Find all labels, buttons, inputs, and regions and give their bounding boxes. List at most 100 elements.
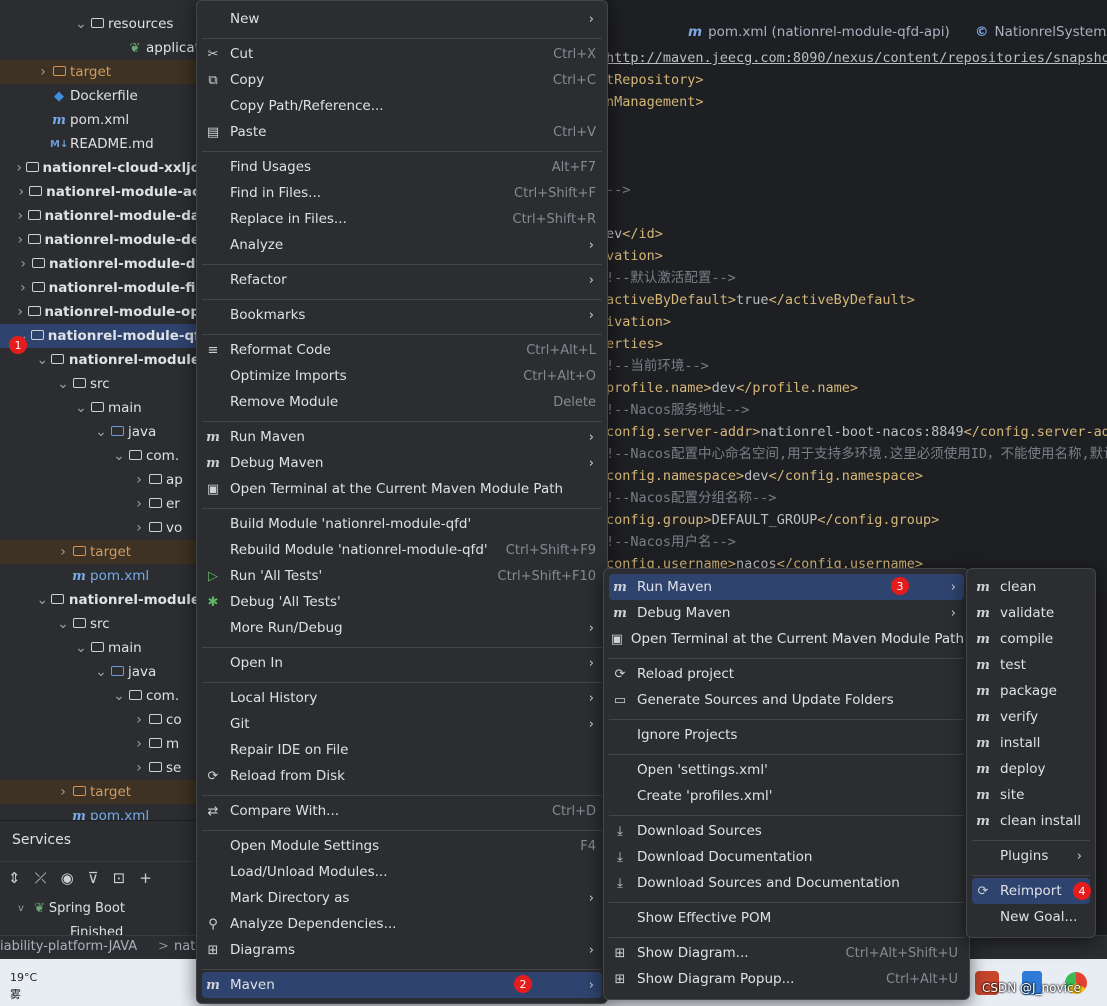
menu-item[interactable]: m compile xyxy=(972,626,1090,652)
menu-item[interactable]: ▣ Open Terminal at the Current Maven Modu… xyxy=(202,476,602,502)
chevron-right-icon[interactable]: › xyxy=(14,232,26,248)
tree-row[interactable]: ⌄ java xyxy=(0,660,200,684)
menu-item[interactable]: ⇄ Compare With... Ctrl+D xyxy=(202,798,602,824)
menu-item[interactable]: Rebuild Module 'nationrel-module-qfd' Ctr… xyxy=(202,537,602,563)
menu-item[interactable]: Find in Files... Ctrl+Shift+F xyxy=(202,180,602,206)
menu-item[interactable]: ⊞ Show Diagram... Ctrl+Alt+Shift+U xyxy=(609,940,964,966)
services-spring-boot[interactable]: v ❦ Spring Boot xyxy=(14,901,125,916)
menu-item[interactable]: ▷ Run 'All Tests' Ctrl+Shift+F10 xyxy=(202,563,602,589)
tree-row[interactable]: › nationrel-module-da xyxy=(0,204,200,228)
services-toolbar[interactable]: ⇕⤫◉⊽⊡+ xyxy=(8,869,166,887)
chevron-down-icon[interactable]: ⌄ xyxy=(74,640,88,656)
tree-row[interactable]: m pom.xml xyxy=(0,108,200,132)
tree-row[interactable]: › target xyxy=(0,60,200,84)
menu-item[interactable]: m install xyxy=(972,730,1090,756)
tree-row[interactable]: › se xyxy=(0,756,200,780)
menu-item[interactable]: Open In › xyxy=(202,650,602,676)
tree-row[interactable]: › vo xyxy=(0,516,200,540)
menu-item[interactable]: Optimize Imports Ctrl+Alt+O xyxy=(202,363,602,389)
menu-item[interactable]: Replace in Files... Ctrl+Shift+R xyxy=(202,206,602,232)
chevron-right-icon[interactable]: › xyxy=(14,208,26,224)
tree-row[interactable]: ◆ Dockerfile xyxy=(0,84,200,108)
menu-item[interactable]: Copy Path/Reference... xyxy=(202,93,602,119)
menu-item[interactable]: ⤓ Download Documentation xyxy=(609,844,964,870)
tree-row[interactable]: ⌄ java xyxy=(0,420,200,444)
tree-row[interactable]: ⌄ main xyxy=(0,396,200,420)
tree-row[interactable]: › er xyxy=(0,492,200,516)
chevron-right-icon[interactable]: › xyxy=(132,496,146,512)
chevron-down-icon[interactable]: ⌄ xyxy=(94,664,108,680)
chevron-down-icon[interactable]: ⌄ xyxy=(35,352,49,368)
menu-item[interactable]: ⊞ Diagrams › xyxy=(202,937,602,963)
menu-item[interactable]: ▭ Generate Sources and Update Folders xyxy=(609,687,964,713)
tree-row[interactable]: › co xyxy=(0,708,200,732)
menu-item[interactable]: m package xyxy=(972,678,1090,704)
menu-item[interactable]: ⟳ Reload from Disk xyxy=(202,763,602,789)
menu-item[interactable]: m validate xyxy=(972,600,1090,626)
tree-row[interactable]: ❦ applicat xyxy=(0,36,200,60)
chevron-down-icon[interactable]: ⌄ xyxy=(112,688,126,704)
menu-item[interactable]: More Run/Debug › xyxy=(202,615,602,641)
tree-row[interactable]: › nationrel-module-de xyxy=(0,228,201,252)
chevron-down-icon[interactable]: ⌄ xyxy=(112,448,126,464)
project-context-menu[interactable]: New › ✂ Cut Ctrl+X ⧉ Copy Ctrl+C Copy Path/Refer… xyxy=(196,0,608,1004)
chevron-right-icon[interactable]: › xyxy=(132,520,146,536)
menu-item[interactable]: Ignore Projects xyxy=(609,722,964,748)
menu-item[interactable]: Mark Directory as › xyxy=(202,885,602,911)
menu-item[interactable]: Load/Unload Modules... xyxy=(202,859,602,885)
menu-item[interactable]: ⧉ Copy Ctrl+C xyxy=(202,67,602,93)
menu-item[interactable]: Open 'settings.xml' xyxy=(609,757,964,783)
menu-item[interactable]: Analyze › xyxy=(202,232,602,258)
menu-item[interactable]: Git › xyxy=(202,711,602,737)
menu-item[interactable]: m Run Maven › xyxy=(609,574,964,600)
menu-item[interactable]: Show Effective POM xyxy=(609,905,964,931)
chevron-right-icon[interactable]: › xyxy=(16,256,29,272)
menu-item[interactable]: m Debug Maven › xyxy=(202,450,602,476)
menu-item[interactable]: Bookmarks › xyxy=(202,302,602,328)
menu-item[interactable]: New Goal... xyxy=(972,904,1090,930)
chevron-right-icon[interactable]: › xyxy=(132,472,146,488)
tree-row[interactable]: ⌄ resources xyxy=(0,12,200,36)
tree-row[interactable]: ⌄ nationrel-module-qf xyxy=(0,324,200,348)
menu-item[interactable]: m clean install xyxy=(972,808,1090,834)
tree-row[interactable]: › ap xyxy=(0,468,200,492)
menu-item[interactable]: ⊞ Show Diagram Popup... Ctrl+Alt+U xyxy=(609,966,964,992)
chevron-right-icon[interactable]: › xyxy=(132,760,146,776)
tree-row[interactable]: ⌄ src xyxy=(0,612,200,636)
tree-row[interactable]: ⌄ nationrel-module xyxy=(0,588,200,612)
menu-item[interactable]: ⤓ Download Sources xyxy=(609,818,964,844)
tree-row[interactable]: ⌄ com. xyxy=(0,684,200,708)
chevron-right-icon[interactable]: › xyxy=(132,712,146,728)
menu-item[interactable]: Local History › xyxy=(202,685,602,711)
menu-item[interactable]: Plugins › xyxy=(972,843,1090,869)
tree-row[interactable]: › target xyxy=(0,540,200,564)
menu-item[interactable]: Find Usages Alt+F7 xyxy=(202,154,602,180)
editor-tab[interactable]: © NationrelSystemA xyxy=(975,24,1107,40)
chevron-down-icon[interactable]: ⌄ xyxy=(56,376,70,392)
tree-row[interactable]: › nationrel-cloud-xxljo xyxy=(0,156,200,180)
menu-item[interactable]: ▣ Open Terminal at the Current Maven Modu… xyxy=(609,626,964,652)
tree-row[interactable]: ⌄ nationrel-module xyxy=(0,348,200,372)
chevron-down-icon[interactable]: ⌄ xyxy=(74,400,88,416)
project-tree[interactable]: ⌄ resources ❦ applicat › target ◆ Dockerfile m po… xyxy=(0,0,200,820)
menu-item[interactable]: Remove Module Delete xyxy=(202,389,602,415)
chevron-down-icon[interactable]: ⌄ xyxy=(94,424,108,440)
menu-item[interactable]: Open Module Settings F4 xyxy=(202,833,602,859)
menu-item[interactable]: ⤓ Download Sources and Documentation xyxy=(609,870,964,896)
tree-row[interactable]: › nationrel-module-op xyxy=(0,300,200,324)
chevron-down-icon[interactable]: ⌄ xyxy=(74,16,88,32)
chevron-right-icon[interactable]: › xyxy=(13,160,25,176)
menu-item[interactable]: Refactor › xyxy=(202,267,602,293)
menu-item[interactable]: ▤ Paste Ctrl+V xyxy=(202,119,602,145)
menu-item[interactable]: m deploy xyxy=(972,756,1090,782)
chevron-right-icon[interactable]: › xyxy=(15,184,28,200)
menu-item[interactable]: m test xyxy=(972,652,1090,678)
menu-item[interactable]: m Maven › xyxy=(202,972,602,998)
menu-item[interactable]: ⟳ Reload project xyxy=(609,661,964,687)
menu-item[interactable]: m clean xyxy=(972,574,1090,600)
menu-item[interactable]: Repair IDE on File xyxy=(202,737,602,763)
menu-item[interactable]: m Run Maven › xyxy=(202,424,602,450)
menu-item[interactable]: m Debug Maven › xyxy=(609,600,964,626)
menu-item[interactable]: Create 'profiles.xml' xyxy=(609,783,964,809)
maven-submenu[interactable]: m Run Maven › m Debug Maven › ▣ Open Terminal a… xyxy=(603,568,970,1000)
